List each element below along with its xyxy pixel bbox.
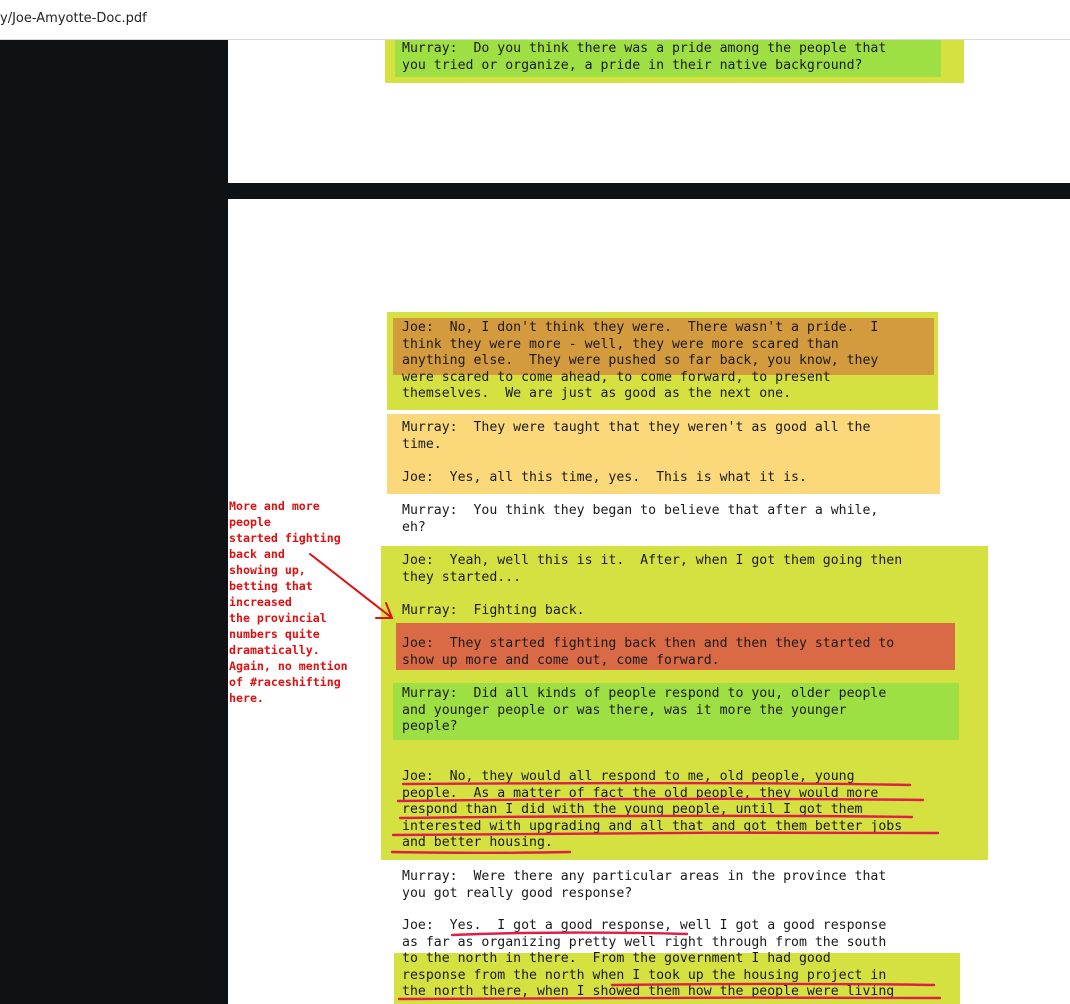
joe-pride-answer: Joe: No, I don't think they were. There …	[402, 320, 879, 401]
joe-started-fighting: Joe: They started fighting back then and…	[402, 636, 895, 668]
murray-kinds-question: Murray: Did all kinds of people respond …	[402, 686, 887, 734]
joe-respond-answer: Joe: No, they would all respond to me, o…	[402, 769, 903, 850]
annotation-note: More and more people started fighting ba…	[229, 499, 348, 705]
pdf-viewer-title-bar: y/Joe-Amyotte-Doc.pdf	[0, 0, 1070, 40]
viewer-left-margin	[0, 40, 228, 1004]
murray-taught-question: Murray: They were taught that they weren…	[402, 420, 871, 452]
murray-believe-question: Murray: You think they began to believe …	[402, 503, 879, 535]
joe-all-this-time: Joe: Yes, all this time, yes. This is wh…	[402, 470, 807, 485]
murray-pride-question: Murray: Do you think there was a pride a…	[402, 41, 887, 73]
murray-fighting-back: Murray: Fighting back.	[402, 603, 585, 618]
document-title: y/Joe-Amyotte-Doc.pdf	[0, 11, 147, 26]
murray-areas-question: Murray: Were there any particular areas …	[402, 869, 887, 901]
joe-yeah-answer: Joe: Yeah, well this is it. After, when …	[402, 553, 903, 585]
joe-yes-answer: Joe: Yes. I got a good response, well I …	[402, 918, 895, 999]
